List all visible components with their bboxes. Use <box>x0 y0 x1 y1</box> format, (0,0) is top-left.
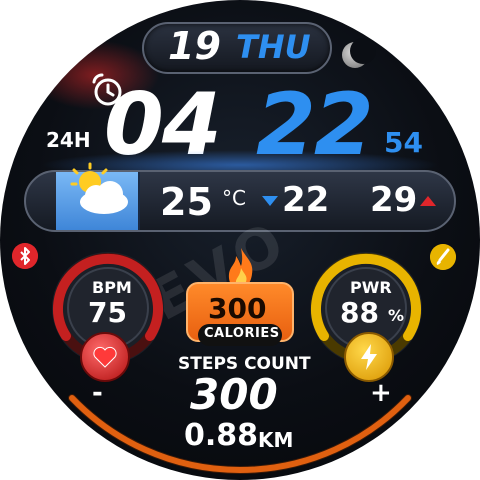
plus-button[interactable]: + <box>370 378 392 408</box>
watch-face: 19 THU 24H 04 22 54 25 °C 22 29 BPM 75 P… <box>0 0 480 480</box>
bottom-progress-arc <box>68 394 412 474</box>
minus-button[interactable]: - <box>92 378 103 408</box>
